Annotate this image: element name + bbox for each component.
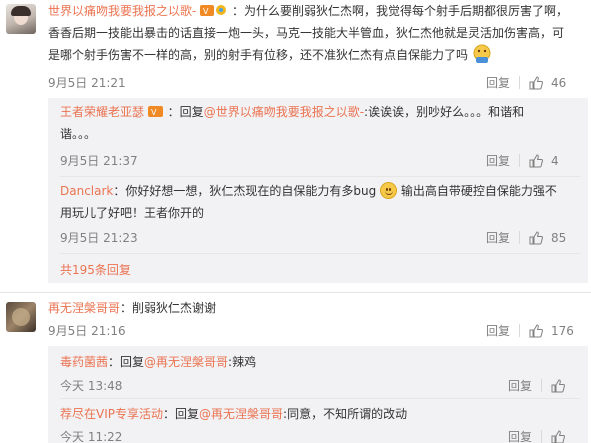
comment-username[interactable]: 世界以痛吻我要我报之以歌- (48, 4, 196, 18)
mention-link[interactable]: @再无涅槃哥哥 (144, 355, 228, 369)
comment-actions: 回复 46 (486, 74, 566, 91)
like-count: 85 (551, 230, 567, 245)
thinking-emoji-icon (473, 44, 491, 63)
reply-username[interactable]: 荐尽在VIP专享活动 (60, 407, 163, 421)
reply-username[interactable]: 毒药菌茜 (60, 355, 108, 369)
like-count: 176 (551, 323, 574, 338)
reply-username[interactable]: 王者荣耀老亚瑟 (60, 105, 144, 119)
like-button[interactable] (551, 378, 565, 393)
reply-time: 9月5日 21:23 (60, 231, 138, 245)
more-replies-link[interactable]: 共195条回复 (60, 261, 131, 278)
comment-text-line-2: 香香后期一技能出暴击的话直接一炮一头，马克一技能大半管血，狄仁杰他就是灵活加伤害… (48, 26, 565, 40)
mention-link[interactable]: @世界以痛吻我要我报之以歌- (204, 105, 364, 119)
thumbs-up-icon (529, 75, 543, 89)
comment-actions: 回复 176 (486, 322, 574, 339)
reply-text-line-1: 毒药菌茜：回复@再无涅槃哥哥:辣鸡 (60, 355, 257, 369)
thumbs-up-icon (529, 323, 543, 337)
reply-text-line-1: 王者荣耀老亚瑟 V ：回复@世界以痛吻我要我报之以歌-:诶诶诶，别吵好么。。。和… (60, 105, 525, 119)
mention-link[interactable]: @再无涅槃哥哥 (199, 407, 283, 421)
reply-username[interactable]: Danclark (60, 184, 113, 198)
reply-actions: 回复 (508, 377, 565, 394)
thumbs-up-icon (551, 429, 565, 443)
svg-text:V: V (151, 108, 157, 117)
thumbs-up-icon (529, 230, 543, 244)
vip-badge-icon: V (200, 5, 227, 16)
like-count: 46 (551, 75, 567, 90)
reply-button[interactable]: 回复 (486, 229, 510, 246)
reply-button[interactable]: 回复 (486, 74, 510, 91)
comment-time: 9月5日 21:16 (48, 324, 126, 338)
like-button[interactable] (551, 429, 565, 443)
comment-divider (0, 292, 591, 293)
smile-emoji-icon (380, 182, 398, 199)
reply-time: 9月5日 21:37 (60, 154, 138, 168)
like-count: 4 (551, 153, 559, 168)
reply-time: 今天 13:48 (60, 379, 123, 393)
reply-actions: 回复 (508, 428, 565, 443)
divider (60, 176, 580, 177)
like-button[interactable]: 46 (529, 76, 566, 90)
reply-text-line-1: 荐尽在VIP专享活动：回复@再无涅槃哥哥:同意，不知所谓的改动 (60, 407, 408, 421)
thumbs-up-icon (529, 153, 543, 167)
divider (60, 398, 580, 399)
like-button[interactable]: 4 (529, 154, 559, 168)
avatar[interactable] (6, 302, 36, 332)
comment-time: 9月5日 21:21 (48, 76, 126, 90)
comment-text-line-3: 是哪个射手伤害不一样的高，别的射手有位移，还不准狄仁杰有点自保能力了吗 (48, 44, 492, 66)
reply-button[interactable]: 回复 (486, 322, 510, 339)
like-button[interactable]: 176 (529, 324, 574, 338)
comment-text-line-1: 世界以痛吻我要我报之以歌- V ：为什么要削弱狄仁杰啊，我觉得每个射手后期都很厉… (48, 4, 569, 18)
reply-button[interactable]: 回复 (486, 152, 510, 169)
reply-actions: 回复 85 (486, 229, 566, 246)
reply-text-line-1: Danclark：你好好想一想，狄仁杰现在的自保能力有多bug 输出高自带硬控自… (60, 182, 557, 199)
reply-text-line-2: 谐。。。 (60, 127, 97, 141)
reply-actions: 回复 4 (486, 152, 559, 169)
thumbs-up-icon (551, 378, 565, 392)
comment-username[interactable]: 再无涅槃哥哥 (48, 301, 120, 315)
divider (60, 253, 580, 254)
like-button[interactable]: 85 (529, 231, 566, 245)
svg-text:V: V (203, 7, 209, 16)
reply-button[interactable]: 回复 (508, 428, 532, 443)
reply-time: 今天 11:22 (60, 430, 123, 443)
comment-text-line-1: 再无涅槃哥哥：削弱狄仁杰谢谢 (48, 301, 217, 315)
reply-button[interactable]: 回复 (508, 377, 532, 394)
reply-text-line-2: 用玩儿了好吧！王者你开的 (60, 206, 205, 220)
vip-badge-icon: V (147, 106, 163, 117)
avatar[interactable] (6, 4, 36, 34)
